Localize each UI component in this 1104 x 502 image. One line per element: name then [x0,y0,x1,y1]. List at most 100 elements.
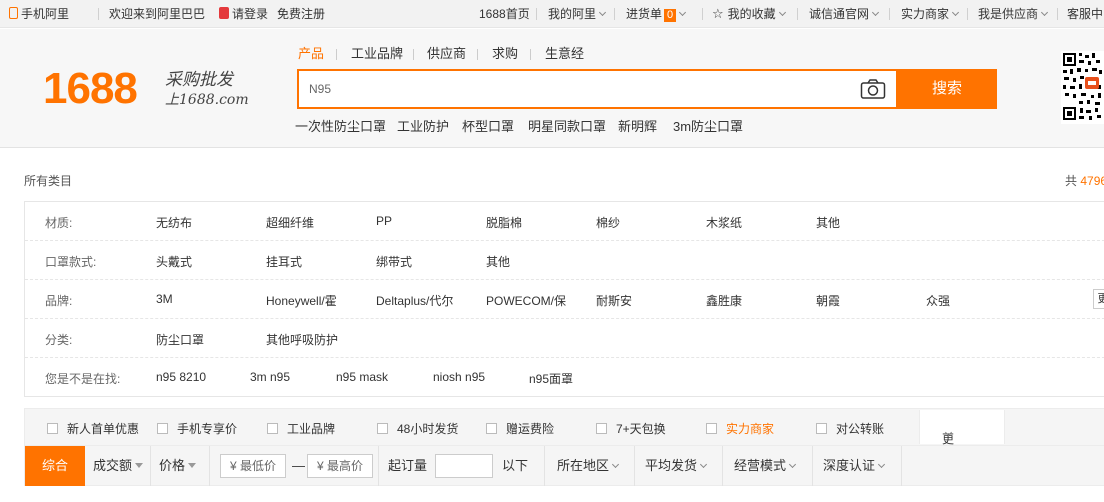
chevron-down-icon [951,8,960,17]
avg-ship-label: 平均发货 [645,458,698,473]
divider [413,49,414,60]
my-ali-menu[interactable]: 我的阿里 [548,6,607,22]
power-merchant-menu[interactable]: 实力商家 [901,6,960,22]
filter-option[interactable]: POWECOM/保 [486,292,566,309]
supplier-menu[interactable]: 我是供应商 [978,6,1049,22]
filter-option[interactable]: 防尘口罩 [156,331,204,348]
filter-option[interactable]: 鑫胜康 [706,292,742,309]
service-checkbox[interactable]: 新人首单优惠 [47,420,139,437]
filter-option[interactable]: 棉纱 [596,214,620,231]
tab-industrial-brands[interactable]: 工业品牌 [351,46,403,62]
phone-icon [9,7,18,19]
hot-keyword[interactable]: 一次性防尘口罩 [295,119,386,135]
filter-option[interactable]: 3M [156,292,173,306]
chevron-down-icon [877,460,886,469]
service-checkbox[interactable]: 7+天包换 [596,420,666,437]
location-dropdown[interactable]: 所在地区 [557,458,620,474]
suggest-link[interactable]: n95 8210 [156,370,206,384]
divider [722,446,723,486]
camera-icon[interactable] [860,79,886,99]
service-checkbox[interactable]: 赠运费险 [486,420,554,437]
total-count: 4796 [1080,174,1104,188]
logo[interactable]: 1688 [43,67,138,111]
suggest-link[interactable]: n95 mask [336,370,388,384]
chengxin-menu[interactable]: 诚信通官网 [809,6,880,22]
biz-mode-dropdown[interactable]: 经营模式 [734,458,797,474]
filter-option[interactable]: 挂耳式 [266,253,302,270]
service-checkbox[interactable]: 手机专享价 [157,420,237,437]
divider [901,446,902,486]
checkbox-icon [596,423,607,434]
register-link[interactable]: 免费注册 [277,6,325,22]
filter-option[interactable]: 超细纤维 [266,214,314,231]
chevron-down-icon [598,8,607,17]
min-price-input[interactable]: ¥ 最低价 [220,454,286,478]
filter-option[interactable]: 无纺布 [156,214,192,231]
welcome-text: 欢迎来到阿里巴巴 [109,7,206,21]
service-checkbox[interactable]: 48小时发货 [377,420,458,437]
tab-business-tips[interactable]: 生意经 [545,46,584,62]
more-services-button[interactable]: 更多 [919,410,1005,463]
search-button[interactable]: 搜索 [897,69,997,109]
filter-option[interactable]: 其他 [816,214,840,231]
service-checkbox[interactable]: 工业品牌 [267,420,335,437]
cart-menu[interactable]: 进货单 0 [626,6,687,22]
filter-option[interactable]: PP [376,214,392,228]
tab-purchase[interactable]: 求购 [492,46,518,62]
sort-price[interactable]: 价格 [159,458,197,474]
brand-more-button[interactable]: 更 [1093,289,1104,309]
login-link[interactable]: 请登录 [219,6,268,22]
tab-products[interactable]: 产品 [298,46,324,62]
sort-comprehensive[interactable]: 综合 [25,446,85,486]
checkbox-icon [267,423,278,434]
suggest-link[interactable]: 3m n95 [250,370,290,384]
deep-cert-dropdown[interactable]: 深度认证 [823,458,886,474]
all-categories-link[interactable]: 所有类目 [24,172,72,189]
filter-option[interactable]: 木浆纸 [706,214,742,231]
sort-volume-label: 成交额 [93,458,133,473]
hot-keyword[interactable]: 工业防护 [397,119,449,135]
service-label: 新人首单优惠 [67,422,140,436]
header: 1688 采购批发 上1688.com 产品 工业品牌 供应商 求购 生意经 搜… [0,29,1104,148]
logo-domain: 上1688.com [165,92,249,108]
filter-option[interactable]: 其他呼吸防护 [266,331,338,348]
filter-panel: 材质: 无纺布 超细纤维 PP 脱脂棉 棉纱 木浆纸 其他 口罩款式: 头戴式 … [24,201,1104,397]
filter-option[interactable]: 脱脂棉 [486,214,522,231]
filter-option[interactable]: 朝霞 [816,292,840,309]
max-price-input[interactable]: ¥ 最高价 [307,454,373,478]
hot-keyword[interactable]: 3m防尘口罩 [673,119,743,135]
tab-suppliers[interactable]: 供应商 [427,46,466,62]
filter-option[interactable]: Honeywell/霍 [266,292,337,309]
biz-mode-label: 经营模式 [734,458,787,473]
checkbox-icon [486,423,497,434]
suggest-link[interactable]: niosh n95 [433,370,485,384]
service-checkbox[interactable]: 实力商家 [706,420,774,437]
filter-row-suggest: 您是不是在找: n95 8210 3m n95 n95 mask niosh n… [25,358,1104,397]
qr-code-icon[interactable] [1061,51,1104,124]
filter-row-style: 口罩款式: 头戴式 挂耳式 绑带式 其他 [25,241,1104,280]
filter-option[interactable]: 其他 [486,253,510,270]
service-checkbox[interactable]: 对公转账 [816,420,884,437]
filter-option[interactable]: 头戴式 [156,253,192,270]
filter-option[interactable]: Deltaplus/代尔 [376,292,453,309]
divider [702,8,703,20]
divider [477,49,478,60]
moq-input[interactable] [435,454,493,478]
mobile-ali-link[interactable]: 手机阿里 [9,6,69,22]
filter-option[interactable]: 绑带式 [376,253,412,270]
hot-keyword[interactable]: 明星同款口罩 [528,119,606,135]
search-input[interactable] [309,79,829,99]
chevron-down-icon [871,8,880,17]
service-menu[interactable]: 客服中 [1067,6,1103,22]
sort-desc-icon [135,463,144,468]
home-link[interactable]: 1688首页 [479,6,530,22]
suggest-link[interactable]: n95面罩 [529,370,573,387]
hot-keyword[interactable]: 新明辉 [618,119,657,135]
hot-keyword[interactable]: 杯型口罩 [462,119,514,135]
favorites-menu[interactable]: ☆ 我的收藏 [712,6,786,23]
filter-label: 口罩款式: [45,255,97,269]
filter-option[interactable]: 耐斯安 [596,292,632,309]
sort-volume[interactable]: 成交额 [93,458,144,474]
avg-ship-dropdown[interactable]: 平均发货 [645,458,708,474]
filter-option[interactable]: 众强 [926,292,950,309]
